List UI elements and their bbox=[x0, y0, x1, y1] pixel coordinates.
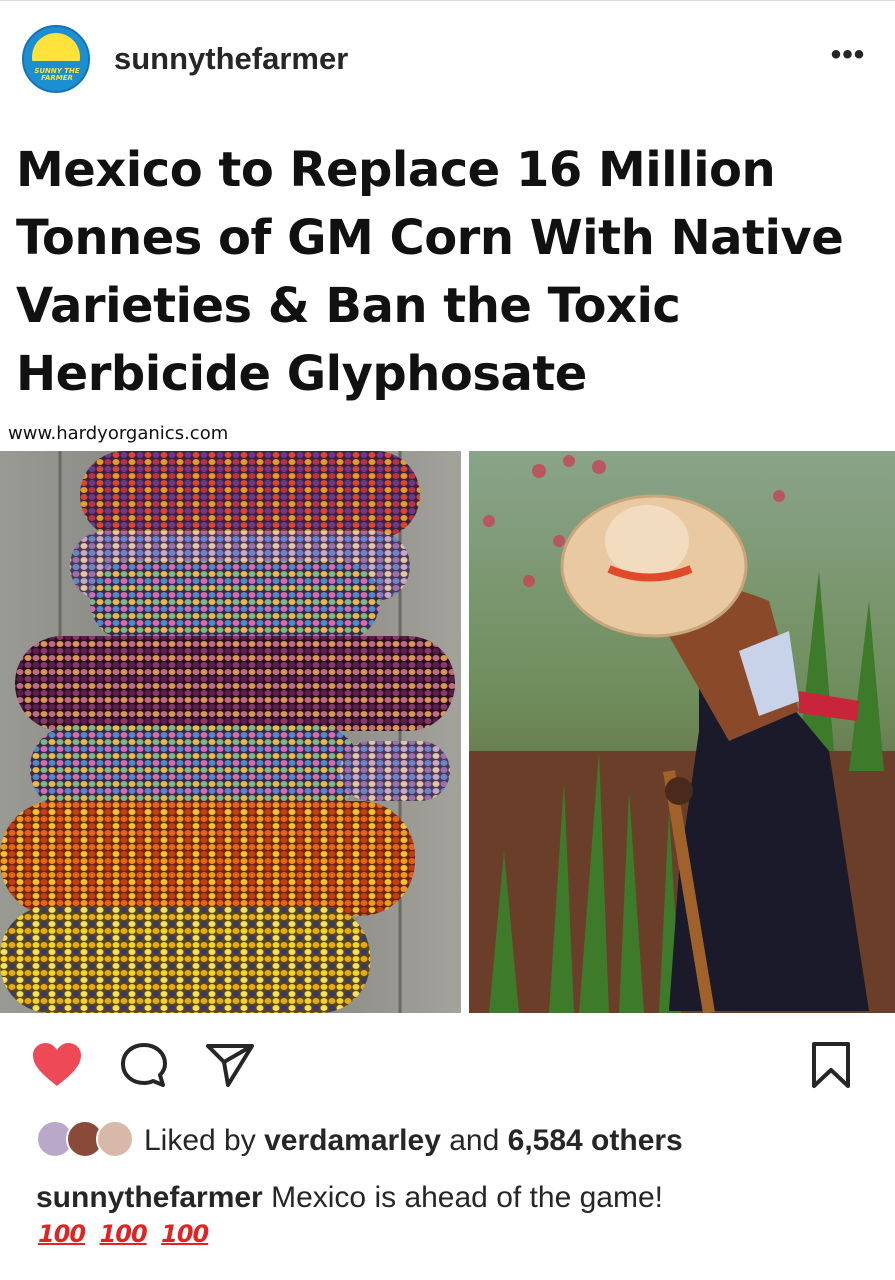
hundred-points-icon: 100 bbox=[99, 1220, 148, 1248]
liker-username-link[interactable]: verdamarley bbox=[264, 1124, 441, 1157]
multicolored-corn-photo bbox=[0, 451, 461, 1013]
heart-icon[interactable] bbox=[30, 1040, 84, 1090]
post-image[interactable]: Mexico to Replace 16 Million Tonnes of G… bbox=[0, 118, 895, 1013]
liker-avatar bbox=[96, 1120, 134, 1158]
farmer-with-hoe-photo bbox=[469, 451, 895, 1013]
caption-text: Mexico is ahead of the game! bbox=[271, 1181, 663, 1214]
caption-username-link[interactable]: sunnythefarmer bbox=[36, 1181, 263, 1214]
username-link[interactable]: sunnythefarmer bbox=[114, 41, 348, 77]
article-source: www.hardyorganics.com bbox=[8, 423, 229, 444]
post-header: SUNNY THE FARMER sunnythefarmer ••• bbox=[0, 0, 895, 118]
avatar-logo-text: SUNNY THE FARMER bbox=[34, 67, 80, 82]
liked-by-label: Liked by bbox=[144, 1124, 256, 1157]
share-icon[interactable] bbox=[204, 1040, 256, 1090]
likes-and-label: and bbox=[449, 1124, 500, 1157]
liker-avatars bbox=[36, 1120, 136, 1160]
bookmark-icon[interactable] bbox=[808, 1040, 854, 1090]
article-headline: Mexico to Replace 16 Million Tonnes of G… bbox=[16, 142, 844, 402]
caption-emojis: 100 100 100 bbox=[38, 1220, 218, 1260]
likes-text: Liked by verdamarley and 6,584 others bbox=[144, 1124, 683, 1158]
avatar[interactable]: SUNNY THE FARMER bbox=[22, 25, 90, 93]
comment-icon[interactable] bbox=[118, 1040, 170, 1090]
post-caption: sunnythefarmer Mexico is ahead of the ga… bbox=[36, 1180, 866, 1216]
likes-row[interactable]: Liked by verdamarley and 6,584 others bbox=[36, 1118, 876, 1162]
likes-count-link[interactable]: 6,584 others bbox=[508, 1124, 683, 1157]
hundred-points-icon: 100 bbox=[161, 1220, 209, 1248]
hundred-points-icon: 100 bbox=[38, 1220, 86, 1248]
more-options-icon[interactable]: ••• bbox=[828, 40, 868, 75]
